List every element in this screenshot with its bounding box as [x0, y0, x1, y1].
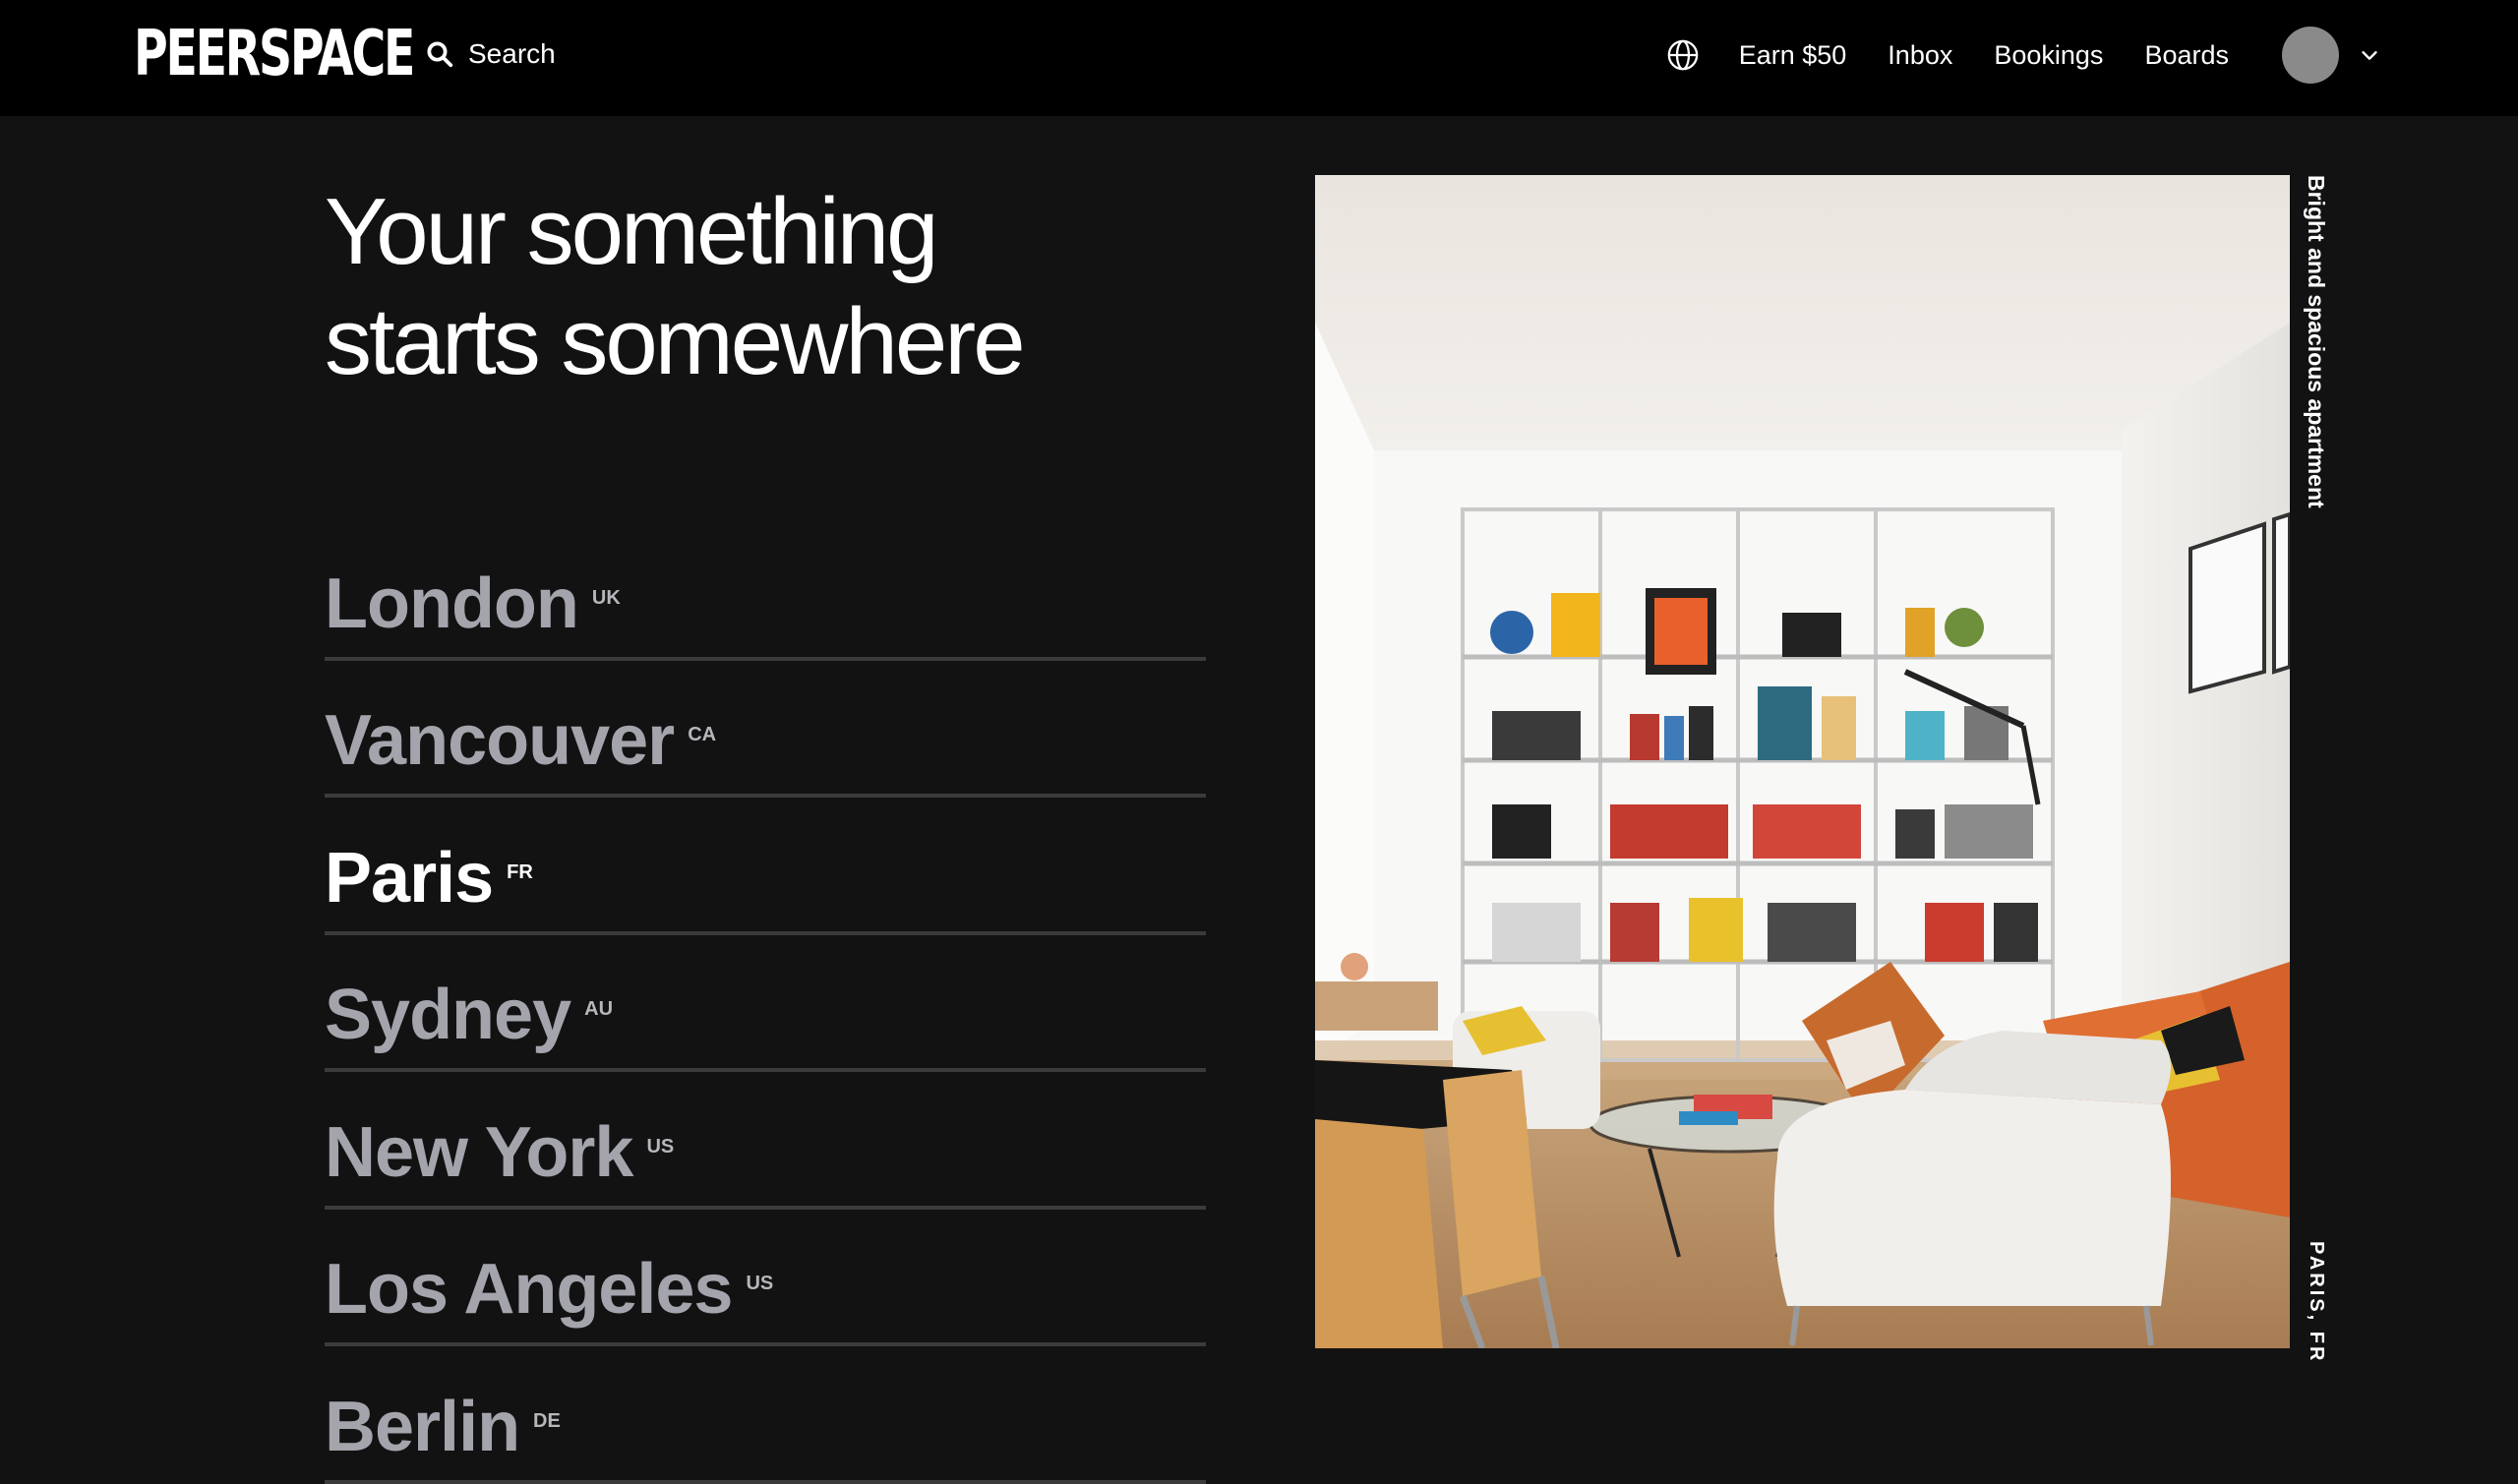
city-name: Paris	[325, 838, 494, 918]
city-item-sydney[interactable]: Sydney AU	[325, 935, 1206, 1072]
nav-link-inbox[interactable]: Inbox	[1888, 40, 1952, 71]
nav-link-earn[interactable]: Earn $50	[1739, 40, 1847, 71]
avatar[interactable]	[2282, 27, 2339, 84]
globe-icon[interactable]	[1666, 38, 1700, 72]
search-button[interactable]: Search	[425, 31, 556, 77]
country-code: US	[746, 1273, 774, 1294]
country-code: FR	[507, 861, 533, 883]
country-code: UK	[591, 586, 621, 609]
city-item-london[interactable]: London UK	[325, 523, 1206, 661]
country-code: DE	[533, 1409, 561, 1432]
city-name: London	[325, 564, 579, 643]
nav-link-boards[interactable]: Boards	[2144, 40, 2229, 71]
city-item-paris[interactable]: Paris FR	[325, 798, 1206, 935]
featured-space-image[interactable]	[1315, 175, 2290, 1348]
city-name: Sydney	[325, 976, 571, 1054]
apartment-illustration	[1315, 175, 2290, 1348]
city-name: Los Angeles	[325, 1250, 733, 1329]
account-menu[interactable]	[2282, 27, 2380, 84]
page-headline: Your something starts somewhere	[325, 177, 1210, 397]
featured-location: PARIS, FR	[2306, 1241, 2327, 1364]
country-code: US	[646, 1135, 675, 1158]
country-code: AU	[584, 998, 614, 1020]
city-item-vancouver[interactable]: Vancouver CA	[325, 661, 1206, 798]
peerspace-logo[interactable]: PEERSPACE	[134, 22, 415, 87]
country-code: CA	[688, 724, 717, 745]
city-item-new-york[interactable]: New York US	[325, 1072, 1206, 1210]
search-icon	[425, 39, 454, 69]
city-list: London UK Vancouver CA Paris FR Sydney AU Ne…	[325, 523, 1206, 1484]
city-name: Vancouver	[325, 701, 675, 780]
city-name: New York	[325, 1112, 633, 1192]
nav-right: Earn $50 Inbox Bookings Boards	[1666, 22, 2380, 89]
search-label: Search	[468, 38, 556, 69]
featured-caption: Bright and spacious apartment	[2304, 175, 2329, 508]
city-item-los-angeles[interactable]: Los Angeles US	[325, 1210, 1206, 1346]
headline-line-1: Your something	[325, 179, 939, 284]
headline-line-2: starts somewhere	[325, 289, 1026, 394]
nav-link-bookings[interactable]: Bookings	[1994, 40, 2103, 71]
city-name: Berlin	[325, 1387, 520, 1466]
top-navigation: PEERSPACE Search Earn $50 Inbox Bookings…	[0, 0, 2518, 116]
city-item-berlin[interactable]: Berlin DE	[325, 1346, 1206, 1484]
chevron-down-icon[interactable]	[2359, 44, 2380, 66]
